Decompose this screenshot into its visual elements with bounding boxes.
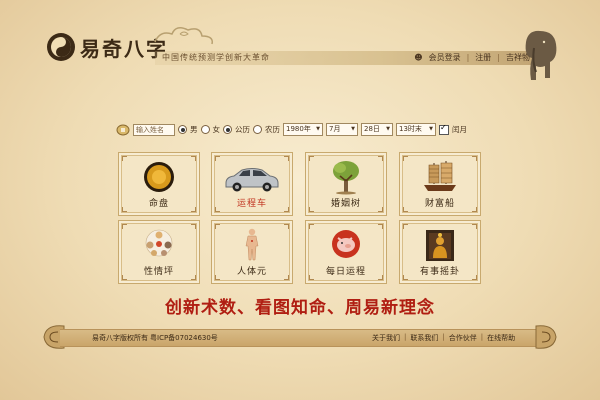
birth-info-form: 输入姓名 男 女 公历 农历 1980年 ▼ 7月 ▼ 28日 ▼ 13时末 ▼ 闰月 <box>116 123 467 136</box>
hour-value: 13时末 <box>399 125 422 133</box>
solar-calendar-radio[interactable] <box>223 125 232 134</box>
gender-male-radio[interactable] <box>178 125 187 134</box>
hour-select[interactable]: 13时末 ▼ <box>396 123 436 136</box>
yinyang-logo-icon[interactable] <box>46 32 76 62</box>
slogan-banner: 创新术数、看图知命、周易新理念 <box>165 298 435 318</box>
chevron-down-icon: ▼ <box>429 126 433 132</box>
month-select[interactable]: 7月 ▼ <box>326 123 358 136</box>
tile-label: 性情坪 <box>143 267 174 277</box>
login-link[interactable]: 会员登录 <box>429 52 461 63</box>
footer-link-help[interactable]: 在线帮助 <box>487 333 515 343</box>
chevron-down-icon: ▼ <box>386 126 390 132</box>
solar-calendar-label: 公历 <box>235 125 250 134</box>
car-icon <box>225 168 279 192</box>
footer-link-about[interactable]: 关于我们 <box>372 333 400 343</box>
tile-label: 财富船 <box>424 199 455 209</box>
elephant-mascot-icon <box>525 30 557 80</box>
divider: | <box>497 53 500 62</box>
leap-month-checkbox[interactable] <box>439 123 449 135</box>
chevron-down-icon: ▼ <box>351 126 355 132</box>
sailing-ship-icon <box>424 161 456 191</box>
tile-label: 命盘 <box>148 199 169 209</box>
footer-links: 关于我们 | 联系我们 | 合作伙伴 | 在线帮助 <box>372 333 515 343</box>
icp-license: 粤ICP备07024630号 <box>150 334 218 342</box>
footer-link-contact[interactable]: 联系我们 <box>410 333 438 343</box>
month-value: 7月 <box>329 125 341 133</box>
auth-links: ☻ 会员登录 | 注册 | 吉祥物 <box>414 52 530 63</box>
day-value: 28日 <box>364 125 380 133</box>
scroll-ornament-right-icon <box>535 325 557 349</box>
tile-youshiyaogua[interactable]: 有事摇卦 <box>399 220 481 284</box>
tile-xingqingping[interactable]: 性情坪 <box>118 220 200 284</box>
tile-label: 有事摇卦 <box>419 267 460 277</box>
divider: | <box>442 333 445 341</box>
tile-label: 婚姻树 <box>330 199 361 209</box>
tile-mingpan[interactable]: 命盘 <box>118 152 200 216</box>
shrine-idol-icon <box>426 230 454 261</box>
fortune-disc-icon <box>144 162 174 192</box>
register-link[interactable]: 注册 <box>475 52 491 63</box>
tagline: 中国传统预测学创新大革命 <box>162 53 270 62</box>
day-select[interactable]: 28日 ▼ <box>361 123 393 136</box>
year-select[interactable]: 1980年 ▼ <box>283 123 323 136</box>
tile-hunyinshu[interactable]: 婚姻树 <box>305 152 387 216</box>
tile-meiriyuncheng[interactable]: 每日运程 <box>305 220 387 284</box>
tile-label: 运程车 <box>236 199 267 209</box>
divider: | <box>480 333 484 341</box>
chevron-down-icon: ▼ <box>316 126 320 132</box>
gender-female-label: 女 <box>212 125 221 134</box>
tree-icon <box>333 161 359 195</box>
lunar-calendar-radio[interactable] <box>253 125 262 134</box>
user-icon: ☻ <box>414 53 423 62</box>
zodiac-animals-icon <box>145 229 173 257</box>
coin-icon <box>116 124 130 135</box>
human-body-icon <box>245 228 259 261</box>
name-input[interactable]: 输入姓名 <box>133 123 175 136</box>
pig-badge-icon <box>332 230 360 258</box>
copyright-text: 易奇八字版权所有 <box>92 334 148 342</box>
leap-month-label: 闰月 <box>452 125 467 134</box>
gender-female-radio[interactable] <box>200 125 210 134</box>
tile-rentiyuan[interactable]: 人体元 <box>211 220 293 284</box>
tile-caifuchuan[interactable]: 财富船 <box>399 152 481 216</box>
footer-link-partners[interactable]: 合作伙伴 <box>449 333 477 343</box>
tile-yunchengche[interactable]: 运程车 <box>211 152 293 216</box>
divider: | <box>404 333 407 341</box>
tile-label: 人体元 <box>236 267 267 277</box>
cloud-ornament-icon <box>154 27 214 45</box>
lunar-calendar-label: 农历 <box>265 125 280 134</box>
year-value: 1980年 <box>286 125 311 133</box>
gender-male-label: 男 <box>190 125 198 134</box>
divider: | <box>466 53 470 62</box>
tile-label: 每日运程 <box>325 267 366 277</box>
